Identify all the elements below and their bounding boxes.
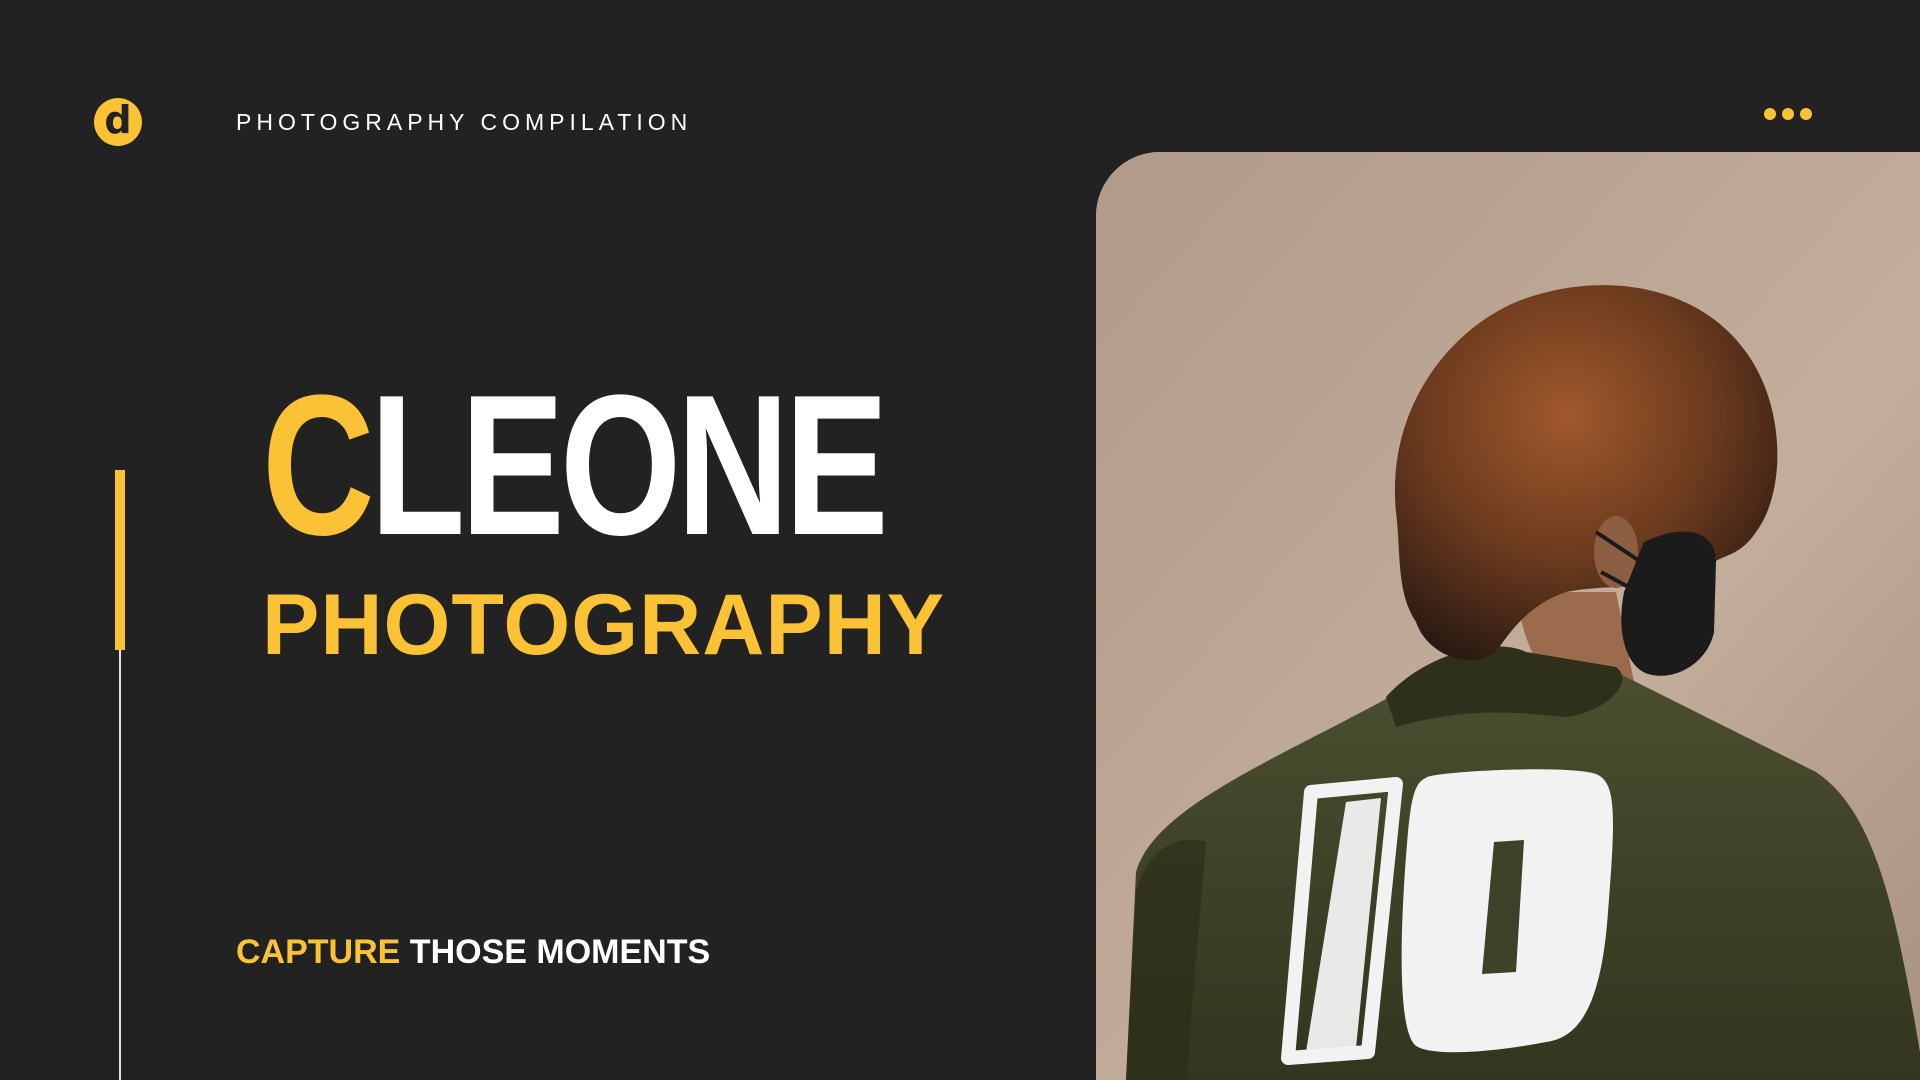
photo-illustration (1096, 152, 1920, 1080)
tagline-accent: CAPTURE (236, 933, 401, 971)
hero-photo (1096, 152, 1920, 1080)
brand-name-initial: C (262, 354, 375, 577)
more-options-button[interactable] (1764, 106, 1812, 122)
header-title: PHOTOGRAPHY COMPILATION (236, 109, 693, 135)
more-horizontal-icon-dot (1800, 108, 1812, 120)
more-horizontal-icon-dot (1782, 108, 1794, 120)
brand-logo-icon: d (94, 98, 142, 146)
vertical-accent-bar (115, 470, 125, 650)
brand-name-rest: LEONE (369, 354, 889, 577)
tagline-rest: THOSE MOMENTS (409, 933, 711, 971)
tagline: CAPTURE THOSE MOMENTS (236, 932, 710, 972)
brand-subtitle: PHOTOGRAPHY (262, 577, 946, 673)
more-horizontal-icon-dot (1764, 108, 1776, 120)
slide: d PHOTOGRAPHY COMPILATION CLEONE PHOTOGR… (0, 0, 1920, 1080)
brand-name-title: CLEONE (262, 354, 889, 577)
